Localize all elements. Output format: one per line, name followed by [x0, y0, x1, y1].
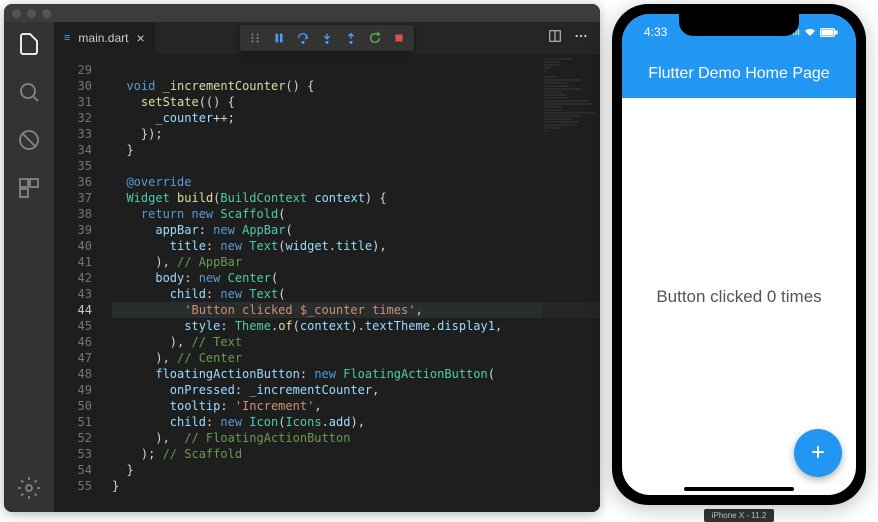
debug-icon[interactable]	[17, 128, 41, 152]
traffic-light-min[interactable]	[27, 9, 36, 18]
drag-handle-icon[interactable]	[244, 27, 266, 49]
phone-notch	[679, 14, 799, 36]
search-icon[interactable]	[17, 80, 41, 104]
traffic-light-max[interactable]	[42, 9, 51, 18]
code-content: void _incrementCounter() { setState(() {…	[104, 54, 600, 512]
step-over-icon[interactable]	[292, 27, 314, 49]
split-editor-icon[interactable]	[548, 29, 562, 48]
close-icon[interactable]: ×	[136, 30, 144, 46]
tab-bar: ≡ main.dart ×	[54, 22, 600, 54]
traffic-light-close[interactable]	[12, 9, 21, 18]
home-indicator[interactable]	[684, 487, 794, 491]
extensions-icon[interactable]	[17, 176, 41, 200]
fab-add-button[interactable]: +	[794, 429, 842, 477]
gear-icon[interactable]	[17, 476, 41, 500]
restart-icon[interactable]	[364, 27, 386, 49]
tab-file-icon: ≡	[64, 32, 70, 44]
window-titlebar	[4, 4, 600, 22]
step-out-icon[interactable]	[340, 27, 362, 49]
code-editor[interactable]: 2930313233343536373839404142434445464748…	[54, 54, 600, 512]
explorer-icon[interactable]	[17, 32, 41, 56]
stop-icon[interactable]	[388, 27, 410, 49]
app-title: Flutter Demo Home Page	[648, 65, 829, 83]
simulator-label: iPhone X - 11.2	[704, 509, 775, 522]
vscode-window: ≡ main.dart ×	[4, 4, 600, 512]
minimap[interactable]	[542, 54, 600, 512]
wifi-icon	[804, 27, 816, 37]
tab-main-dart[interactable]: ≡ main.dart ×	[54, 22, 155, 54]
phone-screen: 4:33 •ılı Flutter Demo Home Page Button …	[622, 14, 856, 495]
more-icon[interactable]	[574, 29, 588, 48]
app-body: Button clicked 0 times +	[622, 98, 856, 495]
tab-label: main.dart	[78, 31, 128, 45]
line-gutter: 2930313233343536373839404142434445464748…	[54, 54, 104, 512]
counter-text: Button clicked 0 times	[656, 287, 821, 307]
activity-bar	[4, 22, 54, 512]
plus-icon: +	[811, 439, 825, 467]
pause-icon[interactable]	[268, 27, 290, 49]
app-bar: Flutter Demo Home Page	[622, 50, 856, 98]
battery-icon	[820, 28, 838, 37]
debug-toolbar	[240, 25, 414, 51]
step-into-icon[interactable]	[316, 27, 338, 49]
status-time: 4:33	[644, 25, 667, 39]
phone-frame: 4:33 •ılı Flutter Demo Home Page Button …	[612, 4, 866, 505]
simulator-panel: 4:33 •ılı Flutter Demo Home Page Button …	[600, 0, 878, 522]
